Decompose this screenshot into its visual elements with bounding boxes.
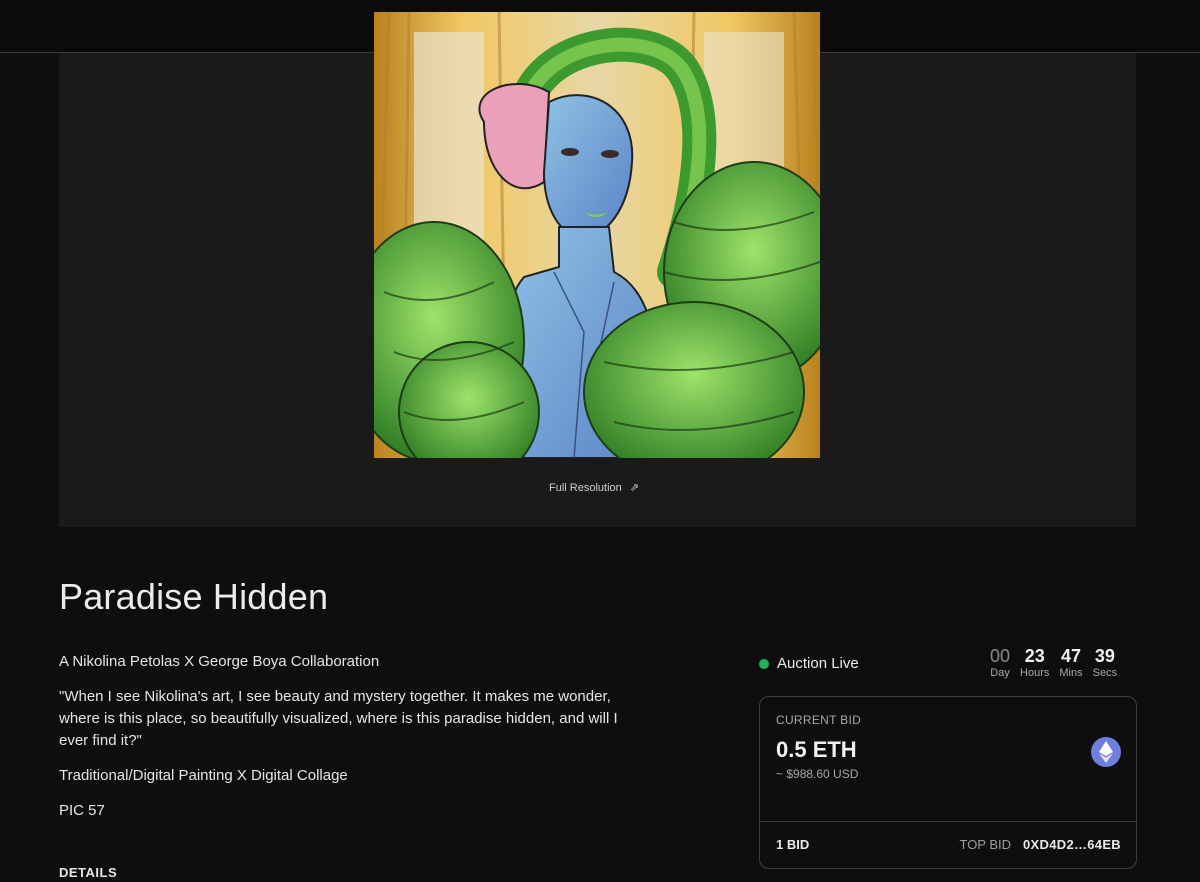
auction-page: Full Resolution ⇗ Paradise Hidden A Niko…	[0, 0, 1200, 882]
auction-status-label: Auction Live	[777, 655, 859, 672]
live-status-dot-icon	[759, 658, 769, 669]
bid-count[interactable]: 1 BID	[776, 837, 809, 852]
countdown-value: 00	[990, 646, 1011, 666]
top-bid-label: TOP BID	[959, 837, 1012, 852]
current-bid-amount: 0.5 ETH	[776, 737, 857, 762]
countdown-label: Secs	[1092, 667, 1118, 679]
current-bid-usd: ~ $988.60 USD	[776, 767, 859, 781]
countdown-days: 00 Day	[990, 646, 1010, 679]
page-title: Paradise Hidden	[59, 576, 329, 617]
full-resolution-link[interactable]: Full Resolution ⇗	[549, 481, 639, 495]
artwork-description: A Nikolina Petolas X George Boya Collabo…	[59, 651, 639, 835]
full-resolution-label: Full Resolution	[549, 481, 622, 494]
current-bid-label: CURRENT BID	[776, 713, 862, 727]
medium-line: Traditional/Digital Painting X Digital C…	[59, 767, 348, 784]
countdown-seconds: 39 Secs	[1093, 646, 1117, 679]
details-heading[interactable]: DETAILS	[59, 865, 117, 880]
ethereum-icon	[1091, 737, 1121, 767]
countdown-value: 39	[1094, 646, 1115, 666]
arrow-up-right-icon: ⇗	[629, 482, 639, 494]
countdown-hours: 23 Hours	[1020, 646, 1049, 679]
countdown-label: Hours	[1020, 667, 1050, 679]
countdown-minutes: 47 Mins	[1059, 646, 1082, 679]
countdown-label: Mins	[1059, 667, 1083, 679]
current-bid-card: CURRENT BID 0.5 ETH ~ $988.60 USD 1 BID …	[759, 696, 1137, 869]
artist-quote: "When I see Nikolina's art, I see beauty…	[59, 688, 618, 749]
countdown-value: 47	[1060, 646, 1081, 666]
divider	[760, 821, 1136, 822]
top-bid: TOP BID 0XD4D2…64EB	[959, 837, 1121, 852]
countdown-label: Day	[990, 667, 1010, 679]
piece-number: PIC 57	[59, 802, 105, 819]
countdown-timer: 00 Day 23 Hours 47 Mins 39 Secs	[990, 646, 1117, 679]
collaboration-line: A Nikolina Petolas X George Boya Collabo…	[59, 653, 380, 670]
artwork-image[interactable]	[374, 12, 820, 458]
auction-status: Auction Live	[759, 655, 859, 672]
top-bidder-address[interactable]: 0XD4D2…64EB	[1023, 837, 1121, 852]
countdown-value: 23	[1024, 646, 1045, 666]
